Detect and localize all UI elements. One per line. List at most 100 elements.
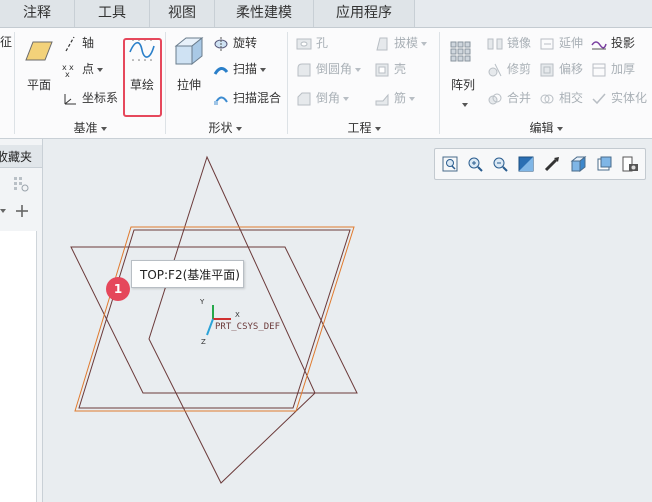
group-engineering-label[interactable]: 工程: [334, 119, 394, 136]
pattern-label[interactable]: 阵列: [446, 76, 480, 93]
hole-icon: [296, 36, 312, 52]
left-panel: 收藏夹: [0, 139, 43, 502]
group-editing-label[interactable]: 编辑: [516, 119, 576, 136]
revolve-button[interactable]: 旋转: [213, 33, 257, 53]
group-separator: [439, 32, 440, 134]
offset-icon: [539, 62, 555, 78]
point-icon: xxx: [62, 62, 78, 79]
saved-orientations-icon[interactable]: [595, 155, 613, 173]
tooltip: TOP:F2(基准平面): [131, 260, 244, 288]
thicken-button[interactable]: 加厚: [591, 59, 635, 79]
chevron-down-icon[interactable]: [462, 102, 468, 107]
graphics-canvas[interactable]: Y X Z PRT_CSYS_DEF: [43, 139, 652, 502]
coordinate-system-icon: [62, 91, 78, 107]
graphics-toolbar: [434, 148, 646, 180]
tab-view[interactable]: 视图: [150, 0, 215, 27]
svg-text:x: x: [65, 70, 70, 78]
group-shapes-label[interactable]: 形状: [195, 119, 255, 136]
filter-icon[interactable]: [12, 175, 32, 195]
shell-label: 壳: [394, 62, 407, 76]
cutoff-item[interactable]: 征: [0, 32, 12, 52]
tab-tools[interactable]: 工具: [75, 0, 150, 27]
point-button[interactable]: xxx 点: [62, 59, 104, 79]
zoom-out-icon[interactable]: [491, 155, 509, 173]
swept-blend-button[interactable]: 扫描混合: [213, 88, 281, 108]
draft-button[interactable]: 拔模: [374, 33, 428, 53]
view-manager-icon[interactable]: [621, 155, 639, 173]
shell-button[interactable]: 壳: [374, 59, 406, 79]
shell-icon: [374, 62, 390, 78]
pattern-dropdown[interactable]: [459, 97, 468, 111]
trim-icon: [487, 62, 503, 78]
hole-button[interactable]: 孔: [296, 33, 328, 53]
chevron-down-icon[interactable]: [97, 67, 104, 72]
chevron-down-icon[interactable]: [0, 205, 10, 217]
axis-button[interactable]: 轴: [62, 33, 94, 53]
extend-button[interactable]: 延伸: [539, 33, 583, 53]
chevron-down-icon: [556, 126, 563, 131]
intersect-label: 相交: [559, 91, 584, 105]
sweep-button[interactable]: 扫描: [213, 59, 267, 79]
rib-button[interactable]: 筋: [374, 88, 416, 108]
tab-applications[interactable]: 应用程序: [314, 0, 415, 27]
csys-label: 坐标系: [82, 91, 119, 105]
mirror-label: 镜像: [507, 36, 532, 50]
draft-label: 拔模: [394, 36, 419, 50]
merge-button[interactable]: 合并: [487, 88, 531, 108]
intersect-icon: [539, 91, 555, 107]
project-label: 投影: [611, 36, 636, 50]
group-separator: [287, 32, 288, 134]
tab-flexible-modeling[interactable]: 柔性建模: [215, 0, 314, 27]
ribbon: 征 平面 轴 xxx点 坐标系 草绘 基准 拉伸 旋转 扫描 扫描混合 形状 孔…: [0, 28, 652, 139]
repaint-icon[interactable]: [517, 155, 535, 173]
solidify-button[interactable]: 实体化: [591, 88, 647, 108]
project-button[interactable]: 投影: [591, 33, 635, 53]
intersect-button[interactable]: 相交: [539, 88, 583, 108]
callout-badge: 1: [106, 277, 130, 301]
tab-annotate[interactable]: 注释: [0, 0, 75, 27]
extrude-label[interactable]: 拉伸: [172, 76, 206, 93]
offset-button[interactable]: 偏移: [539, 59, 583, 79]
left-panel-header: 收藏夹: [0, 145, 42, 168]
rib-icon: [374, 91, 390, 107]
chevron-down-icon[interactable]: [421, 41, 428, 46]
axis-y-label: Y: [199, 298, 205, 306]
swept-blend-label: 扫描混合: [233, 91, 282, 105]
group-datum-label[interactable]: 基准: [60, 119, 120, 136]
mirror-button[interactable]: 镜像: [487, 33, 531, 53]
model-tree-area[interactable]: [0, 231, 37, 502]
sweep-icon: [213, 62, 229, 78]
display-style-icon[interactable]: [569, 155, 587, 173]
csys-button[interactable]: 坐标系: [62, 88, 118, 108]
refit-icon[interactable]: [441, 155, 459, 173]
plane-label[interactable]: 平面: [22, 76, 56, 93]
solidify-label: 实体化: [611, 91, 648, 105]
csys-name-label: PRT_CSYS_DEF: [215, 322, 280, 332]
axis-z-label: Z: [201, 338, 206, 346]
sweep-label: 扫描: [233, 62, 258, 76]
draft-icon: [374, 36, 390, 52]
chevron-down-icon: [100, 126, 107, 131]
thicken-label: 加厚: [611, 62, 636, 76]
chamfer-button[interactable]: 倒角: [296, 88, 350, 108]
group-shapes-text: 形状: [208, 121, 233, 135]
chevron-down-icon[interactable]: [343, 96, 350, 101]
revolve-label: 旋转: [233, 36, 258, 50]
plane-icon[interactable]: [24, 36, 54, 66]
extend-label: 延伸: [559, 36, 584, 50]
zoom-in-icon[interactable]: [466, 155, 484, 173]
round-button[interactable]: 倒圆角: [296, 59, 362, 79]
chevron-down-icon[interactable]: [260, 67, 267, 72]
add-icon[interactable]: [14, 203, 30, 219]
extrude-icon[interactable]: [172, 34, 206, 68]
pattern-icon[interactable]: [449, 36, 477, 64]
trim-button[interactable]: 修剪: [487, 59, 531, 79]
chevron-down-icon[interactable]: [409, 96, 416, 101]
trim-label: 修剪: [507, 62, 532, 76]
sketch-highlight-box: [123, 38, 162, 117]
chevron-down-icon[interactable]: [355, 67, 362, 72]
favorites-tab[interactable]: 收藏夹: [0, 148, 32, 165]
group-datum-text: 基准: [73, 121, 98, 135]
spin-center-icon[interactable]: [543, 155, 561, 173]
chamfer-icon: [296, 91, 312, 107]
